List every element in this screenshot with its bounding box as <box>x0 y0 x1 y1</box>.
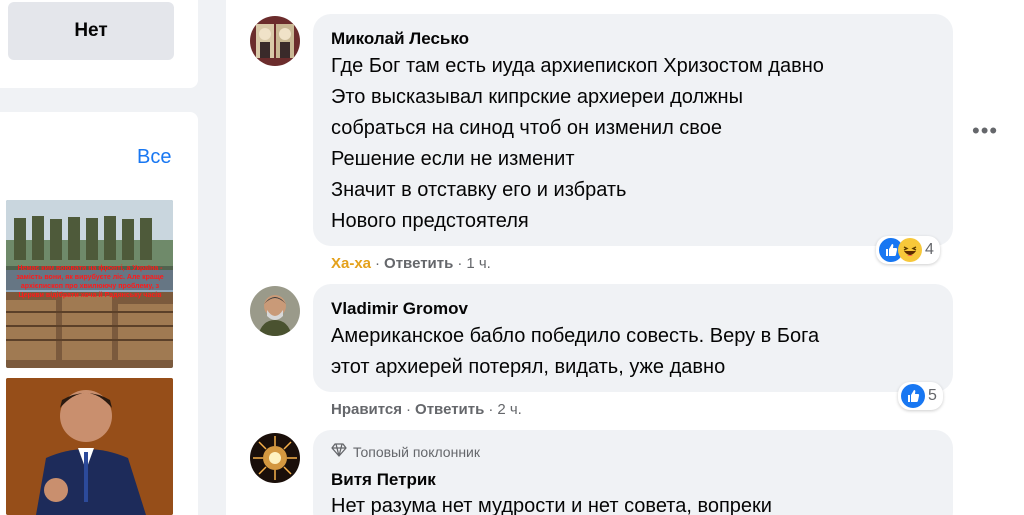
reaction-summary-1[interactable]: 4 <box>876 236 940 264</box>
photo-thumbnail-man[interactable] <box>6 378 173 515</box>
left-card-top: Нет <box>0 0 198 88</box>
like-reaction-icon <box>901 384 925 408</box>
reaction-label-haha[interactable]: Ха-ха <box>331 255 371 272</box>
comment-text-line: собраться на синод чтоб он изменил свое <box>331 117 722 139</box>
comment-text-line: Американское бабло победило совесть. Вер… <box>331 325 820 347</box>
reply-link[interactable]: Ответить <box>384 255 453 272</box>
comment-timestamp[interactable]: 1 ч. <box>466 255 491 272</box>
no-button[interactable]: Нет <box>8 2 174 60</box>
comment-text-line: Решение если не изменит <box>331 148 575 170</box>
photo-thumbnail-soldiers[interactable]: Немає ким воювати на фронті, а Україна -… <box>6 200 173 368</box>
avatar-comment-2[interactable] <box>250 286 300 336</box>
comment-actions-2: Нравится · Ответить · 2 ч. <box>331 401 522 418</box>
comment-author-3[interactable]: Витя Петрик <box>331 470 436 490</box>
reaction-summary-2[interactable]: 5 <box>898 382 943 410</box>
reply-link[interactable]: Ответить <box>415 401 484 418</box>
like-link[interactable]: Нравится <box>331 401 402 418</box>
see-all-link[interactable]: Все <box>137 146 171 169</box>
separator-dot: · <box>488 401 494 418</box>
comment-text-line: Нет разума нет мудрости и нет совета, во… <box>331 495 772 515</box>
comment-text-line: Где Бог там есть иуда архиепископ Хризос… <box>331 55 824 77</box>
comment-text-line: этот архиерей потерял, видать, уже давно <box>331 356 726 378</box>
haha-reaction-icon <box>898 238 922 262</box>
comment-timestamp[interactable]: 2 ч. <box>497 401 522 418</box>
thumbnail-caption: Немає ким воювати на фронті, а Україна -… <box>16 265 164 299</box>
badge-label: Топовый поклонник <box>353 443 480 460</box>
avatar-comment-3[interactable] <box>250 433 300 483</box>
reaction-count-1: 4 <box>925 241 934 258</box>
page: Нет Все Немає ким воювати на фронті, а У… <box>0 0 1024 515</box>
reaction-count-2: 5 <box>928 387 937 404</box>
comment-author-1[interactable]: Миколай Лесько <box>331 29 469 49</box>
separator-dot: · <box>406 401 412 418</box>
separator-dot: · <box>375 255 381 272</box>
top-fan-badge: Топовый поклонник <box>331 443 480 460</box>
comment-actions-1: Ха-ха · Ответить · 1 ч. <box>331 255 491 272</box>
comment-text-line: Значит в отставку его и избрать <box>331 179 627 201</box>
avatar-comment-1[interactable] <box>250 16 300 66</box>
comment-text-line: Это высказывал кипрские архиереи должны <box>331 86 743 108</box>
separator-dot: · <box>457 255 463 272</box>
more-options-icon[interactable]: ••• <box>972 118 998 144</box>
comment-text-line: Нового предстоятеля <box>331 210 529 232</box>
diamond-icon <box>331 443 347 460</box>
comment-author-2[interactable]: Vladimir Gromov <box>331 299 468 319</box>
